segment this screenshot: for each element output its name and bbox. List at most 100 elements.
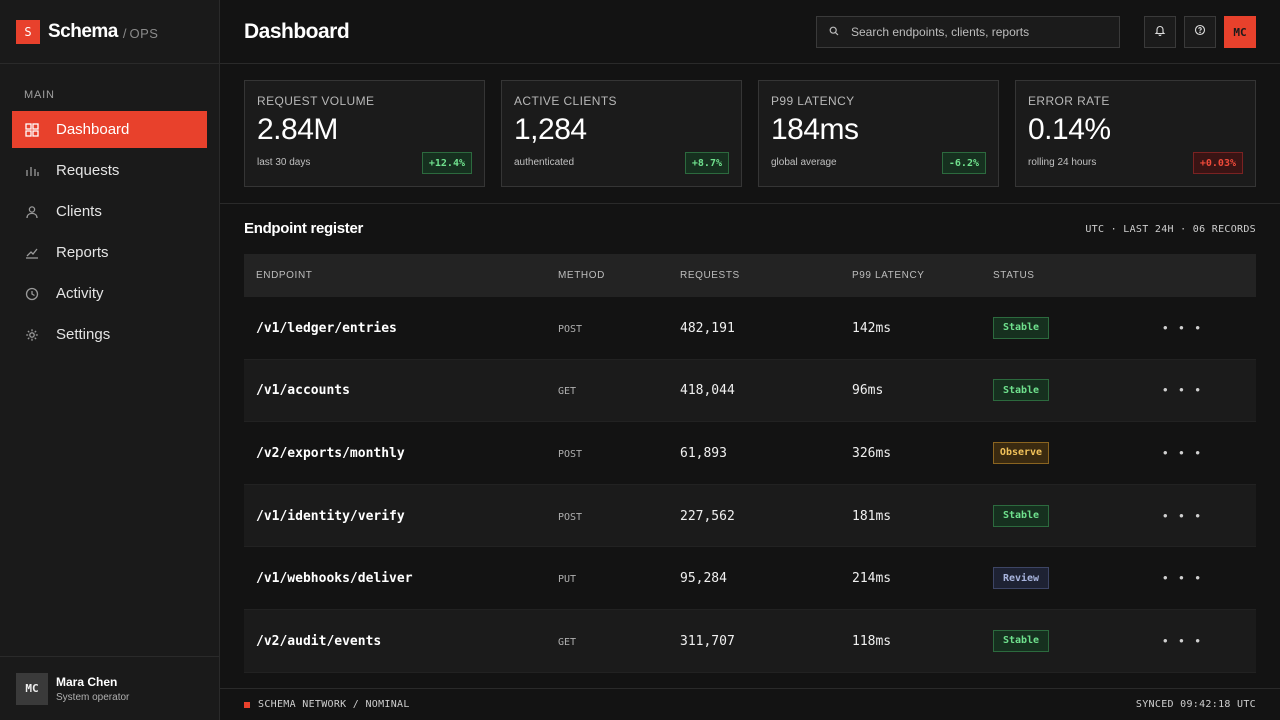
kpi-note: global average — [771, 157, 837, 168]
latency-cell: 326ms — [852, 445, 892, 461]
clock-icon — [25, 287, 39, 301]
status-badge: Stable — [993, 629, 1049, 652]
method-cell: GET — [558, 636, 577, 648]
kpi-card-request-volume[interactable]: REQUEST VOLUME 2.84M last 30 days +12.4% — [244, 80, 485, 187]
sidebar-item-label: Clients — [56, 203, 102, 220]
top-header: Dashboard MC — [220, 0, 1280, 64]
bar-chart-icon — [25, 164, 39, 178]
column-header-endpoint[interactable]: ENDPOINT — [244, 270, 558, 281]
user-profile[interactable]: MC Mara Chen System operator — [0, 656, 219, 720]
notifications-button[interactable] — [1144, 16, 1176, 48]
kpi-card-p99-latency[interactable]: P99 LATENCY 184ms global average -6.2% — [758, 80, 999, 187]
requests-cell: 482,191 — [680, 320, 735, 336]
nav-section-label: MAIN — [24, 89, 55, 101]
method-cell: POST — [558, 323, 583, 335]
sidebar-item-label: Dashboard — [56, 121, 130, 138]
sidebar-item-label: Requests — [56, 162, 120, 179]
requests-cell: 61,893 — [680, 445, 727, 461]
status-badge: Stable — [993, 379, 1049, 402]
kpi-note: authenticated — [514, 157, 575, 168]
section-title: Endpoint register — [244, 220, 364, 237]
latency-cell: 214ms — [852, 571, 892, 587]
requests-cell: 311,707 — [680, 633, 735, 649]
kpi-label: ACTIVE CLIENTS — [514, 94, 617, 108]
endpoint-path: /v1/ledger/entries — [256, 320, 397, 336]
status-badge: Observe — [993, 441, 1049, 464]
brand[interactable]: S Schema / OPS — [0, 0, 219, 64]
sidebar-item-settings[interactable]: Settings — [12, 316, 207, 353]
status-badge: Stable — [993, 316, 1049, 339]
sidebar-item-reports[interactable]: Reports — [12, 234, 207, 271]
latency-cell: 96ms — [852, 383, 884, 399]
sidebar-nav: Dashboard Requests Clients Reports Activ… — [12, 111, 207, 357]
endpoint-path: /v2/exports/monthly — [256, 445, 405, 461]
column-header-status[interactable]: STATUS — [993, 270, 1163, 281]
kpi-label: REQUEST VOLUME — [257, 94, 375, 108]
sidebar-item-clients[interactable]: Clients — [12, 193, 207, 230]
kpi-delta-badge: -6.2% — [941, 152, 986, 174]
more-actions-button[interactable]: • • • — [1163, 508, 1204, 523]
sidebar-item-label: Activity — [56, 285, 104, 302]
gear-icon — [25, 328, 39, 342]
method-cell: POST — [558, 448, 583, 460]
help-icon — [1194, 23, 1206, 41]
column-header-method[interactable]: METHOD — [558, 270, 680, 281]
trend-icon — [25, 246, 39, 260]
network-status: SCHEMA NETWORK / NOMINAL — [244, 699, 410, 710]
table-row[interactable]: /v1/ledger/entries POST 482,191 142ms St… — [244, 297, 1256, 360]
sidebar-item-dashboard[interactable]: Dashboard — [12, 111, 207, 148]
table-row[interactable]: /v1/webhooks/deliver PUT 95,284 214ms Re… — [244, 547, 1256, 610]
latency-cell: 118ms — [852, 633, 892, 649]
user-icon — [25, 205, 39, 219]
avatar: MC — [16, 672, 48, 705]
section-divider — [220, 203, 1280, 204]
endpoint-path: /v1/accounts — [256, 383, 350, 399]
search-icon — [829, 23, 851, 41]
kpi-card-error-rate[interactable]: ERROR RATE 0.14% rolling 24 hours +0.03% — [1015, 80, 1256, 187]
table-row[interactable]: /v2/audit/events GET 311,707 118ms Stabl… — [244, 609, 1256, 673]
user-info: Mara Chen System operator — [56, 675, 129, 703]
requests-cell: 95,284 — [680, 571, 727, 587]
method-cell: GET — [558, 386, 577, 398]
sidebar: S Schema / OPS MAIN Dashboard Requests C… — [0, 0, 220, 720]
more-actions-button[interactable]: • • • — [1163, 445, 1204, 460]
search-input[interactable] — [851, 25, 1101, 39]
user-role: System operator — [56, 691, 130, 703]
brand-logo: S — [16, 19, 40, 44]
status-badge: Review — [993, 567, 1049, 590]
search-box[interactable] — [816, 16, 1120, 48]
kpi-label: P99 LATENCY — [771, 94, 855, 108]
kpi-value: 1,284 — [514, 113, 587, 146]
table-row[interactable]: /v2/exports/monthly POST 61,893 326ms Ob… — [244, 422, 1256, 485]
sidebar-item-label: Reports — [56, 244, 109, 261]
sidebar-item-label: Settings — [56, 326, 111, 343]
kpi-cards: REQUEST VOLUME 2.84M last 30 days +12.4%… — [244, 80, 1256, 187]
column-header-latency[interactable]: P99 LATENCY — [852, 270, 993, 281]
kpi-note: last 30 days — [257, 157, 311, 168]
kpi-delta-badge: +12.4% — [421, 152, 472, 174]
kpi-card-active-clients[interactable]: ACTIVE CLIENTS 1,284 authenticated +8.7% — [501, 80, 742, 187]
user-name: Mara Chen — [56, 674, 118, 689]
table-row[interactable]: /v1/identity/verify POST 227,562 181ms S… — [244, 484, 1256, 548]
requests-cell: 227,562 — [680, 508, 735, 524]
latency-cell: 181ms — [852, 508, 892, 524]
table-header: ENDPOINT METHOD REQUESTS P99 LATENCY STA… — [244, 254, 1256, 297]
more-actions-button[interactable]: • • • — [1163, 633, 1204, 648]
kpi-value: 0.14% — [1028, 113, 1111, 146]
method-cell: PUT — [558, 574, 577, 586]
grid-icon — [25, 122, 39, 137]
brand-subtitle: OPS — [129, 25, 159, 41]
table-row[interactable]: /v1/accounts GET 418,044 96ms Stable • •… — [244, 359, 1256, 423]
more-actions-button[interactable]: • • • — [1163, 382, 1204, 397]
sidebar-item-activity[interactable]: Activity — [12, 275, 207, 312]
bell-icon — [1154, 23, 1166, 41]
user-avatar-button[interactable]: MC — [1224, 16, 1256, 48]
more-actions-button[interactable]: • • • — [1163, 320, 1204, 335]
more-actions-button[interactable]: • • • — [1163, 570, 1204, 585]
kpi-delta-badge: +0.03% — [1192, 152, 1243, 174]
help-button[interactable] — [1184, 16, 1216, 48]
column-header-requests[interactable]: REQUESTS — [680, 270, 852, 281]
network-status-text: SCHEMA NETWORK / NOMINAL — [258, 699, 410, 710]
sidebar-item-requests[interactable]: Requests — [12, 152, 207, 189]
latency-cell: 142ms — [852, 320, 892, 336]
